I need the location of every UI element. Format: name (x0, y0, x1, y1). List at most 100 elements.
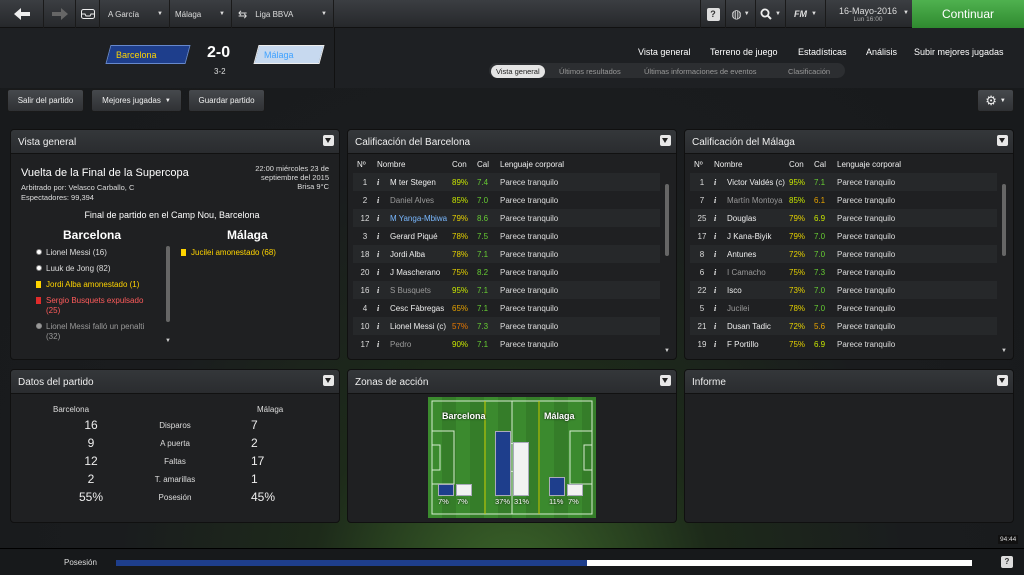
fm-menu[interactable]: FM ▼ (786, 0, 826, 28)
player-name[interactable]: Daniel Alves (390, 196, 452, 205)
inbox-button[interactable] (76, 0, 100, 28)
player-row[interactable]: 20 i J Mascherano 75% 8.2 Parece tranquilo (353, 263, 660, 281)
player-row[interactable]: 2 i Daniel Alves 85% 7.0 Parece tranquilo (353, 191, 660, 209)
player-row[interactable]: 8 i Antunes 72% 7.0 Parece tranquilo (690, 245, 997, 263)
player-info-icon[interactable]: i (377, 268, 390, 277)
player-row[interactable]: 10 i Lionel Messi (c) 57% 7.3 Parece tranquil… (353, 317, 660, 335)
player-row[interactable]: 17 i Pedro 90% 7.1 Parece tranquilo (353, 335, 660, 353)
player-name[interactable]: Pedro (390, 340, 452, 349)
player-row[interactable]: 18 i Jordi Alba 78% 7.1 Parece tranquilo (353, 245, 660, 263)
panel-menu-icon[interactable] (323, 375, 334, 386)
highlights-button[interactable]: Mejores jugadas ▼ (91, 89, 182, 112)
col-name[interactable]: Nombre (714, 160, 789, 169)
player-info-icon[interactable]: i (377, 250, 390, 259)
scroll-down-icon[interactable]: ▼ (1001, 348, 1007, 354)
player-info-icon[interactable]: i (714, 178, 727, 187)
player-row[interactable]: 25 i Douglas 79% 6.9 Parece tranquilo (690, 209, 997, 227)
player-row[interactable]: 5 i Jucilei 78% 7.0 Parece tranquilo (690, 299, 997, 317)
player-row[interactable]: 6iI Camacho 75% 7.3 Parece tranquilo (690, 263, 997, 281)
player-info-icon[interactable]: i (714, 214, 727, 223)
player-info-icon[interactable]: i (377, 322, 390, 331)
panel-menu-icon[interactable] (997, 375, 1008, 386)
settings-button[interactable]: ⚙ ▼ (977, 89, 1014, 112)
player-name[interactable]: S Busquets (390, 286, 452, 295)
player-row[interactable]: 4 i Cesc Fàbregas 65% 7.1 Parece tranquilo (353, 299, 660, 317)
player-name[interactable]: Martín Montoya (727, 196, 789, 205)
player-info-icon[interactable]: i (714, 232, 727, 241)
tab-analisis[interactable]: Análisis (866, 47, 897, 57)
player-row[interactable]: 19 i F Portillo 75% 6.9 Parece tranquilo (690, 335, 997, 353)
player-name[interactable]: Douglas (727, 214, 789, 223)
ratings-scrollbar[interactable] (665, 184, 669, 256)
col-name[interactable]: Nombre (377, 160, 452, 169)
player-info-icon[interactable]: i (714, 340, 727, 349)
col-body-language[interactable]: Lenguaje corporal (837, 160, 997, 169)
competition-menu[interactable]: ⇆ Liga BBVA ▼ (232, 0, 334, 28)
player-info-icon[interactable]: i (377, 340, 390, 349)
player-row[interactable]: 17 i J Kana-Biyik 79% 7.0 Parece tranquilo (690, 227, 997, 245)
help-icon[interactable]: ? (1001, 556, 1013, 568)
player-name[interactable]: Lionel Messi (c) (390, 322, 452, 331)
player-name[interactable]: Isco (727, 286, 789, 295)
forward-button[interactable] (44, 0, 76, 28)
player-name[interactable]: Jucilei (727, 304, 789, 313)
col-condition[interactable]: Con (789, 160, 814, 169)
exit-match-button[interactable]: Salir del partido (7, 89, 84, 112)
club-menu[interactable]: Málaga ▼ (170, 0, 232, 28)
col-number[interactable]: Nº (690, 160, 714, 169)
subtab-vista-general[interactable]: Vista general (491, 65, 545, 78)
back-button[interactable] (0, 0, 44, 28)
player-info-icon[interactable]: i (377, 214, 390, 223)
player-name[interactable]: Victor Valdés (c) (727, 178, 789, 187)
player-info-icon[interactable]: i (377, 286, 390, 295)
col-number[interactable]: Nº (353, 160, 377, 169)
player-name[interactable]: Cesc Fàbregas (390, 304, 452, 313)
col-condition[interactable]: Con (452, 160, 477, 169)
panel-menu-icon[interactable] (323, 135, 334, 146)
player-name[interactable]: J Mascherano (390, 268, 452, 277)
player-row[interactable]: 7 i Martín Montoya 85% 6.1 Parece tranquilo (690, 191, 997, 209)
player-name[interactable]: Antunes (727, 250, 789, 259)
world-menu[interactable]: ◍ ▼ (726, 0, 756, 28)
player-info-icon[interactable]: i (714, 322, 727, 331)
player-row[interactable]: 1iM ter Stegen 89% 7.4 Parece tranquilo (353, 173, 660, 191)
player-info-icon[interactable]: i (377, 178, 390, 187)
player-name[interactable]: J Kana-Biyik (727, 232, 789, 241)
player-name[interactable]: M Yanga-Mbiwa (390, 214, 452, 223)
player-row[interactable]: 21 i Dusan Tadic 72% 5.6 Parece tranquilo (690, 317, 997, 335)
player-name[interactable]: I Camacho (727, 268, 789, 277)
player-info-icon[interactable]: i (714, 196, 727, 205)
tab-subir-mejores-jugadas[interactable]: Subir mejores jugadas (914, 47, 1004, 57)
tab-terreno-de-juego[interactable]: Terreno de juego (710, 47, 778, 57)
player-info-icon[interactable]: i (714, 250, 727, 259)
panel-menu-icon[interactable] (660, 135, 671, 146)
date-display[interactable]: 16-Mayo-2016 Lun 16:00 (826, 0, 910, 28)
col-rating[interactable]: Cal (814, 160, 837, 169)
manager-menu[interactable]: A García ▼ (100, 0, 170, 28)
col-rating[interactable]: Cal (477, 160, 500, 169)
player-row[interactable]: 22 i Isco 73% 7.0 Parece tranquilo (690, 281, 997, 299)
tab-vista-general[interactable]: Vista general (638, 47, 690, 57)
player-info-icon[interactable]: i (714, 286, 727, 295)
subtab-ultimas-informaciones[interactable]: Últimas informaciones de eventos (644, 67, 757, 76)
player-info-icon[interactable]: i (714, 304, 727, 313)
panel-menu-icon[interactable] (660, 375, 671, 386)
player-row[interactable]: 12 i M Yanga-Mbiwa 79% 8.6 Parece tranquilo (353, 209, 660, 227)
player-name[interactable]: M ter Stegen (390, 178, 452, 187)
events-scrollbar[interactable] (166, 246, 170, 322)
scroll-down-icon[interactable]: ▼ (664, 348, 670, 354)
search-menu[interactable]: ▼ (756, 0, 786, 28)
player-name[interactable]: F Portillo (727, 340, 789, 349)
save-match-button[interactable]: Guardar partido (188, 89, 265, 112)
player-row[interactable]: 3 i Gerard Piqué 78% 7.5 Parece tranquilo (353, 227, 660, 245)
player-row[interactable]: 16 i S Busquets 95% 7.1 Parece tranquilo (353, 281, 660, 299)
player-name[interactable]: Dusan Tadic (727, 322, 789, 331)
tab-estadisticas[interactable]: Estadísticas (798, 47, 847, 57)
panel-menu-icon[interactable] (997, 135, 1008, 146)
player-name[interactable]: Gerard Piqué (390, 232, 452, 241)
player-info-icon[interactable]: i (377, 196, 390, 205)
player-info-icon[interactable]: i (377, 232, 390, 241)
player-info-icon[interactable]: i (714, 268, 727, 277)
player-name[interactable]: Jordi Alba (390, 250, 452, 259)
help-button[interactable]: ? (700, 0, 726, 28)
